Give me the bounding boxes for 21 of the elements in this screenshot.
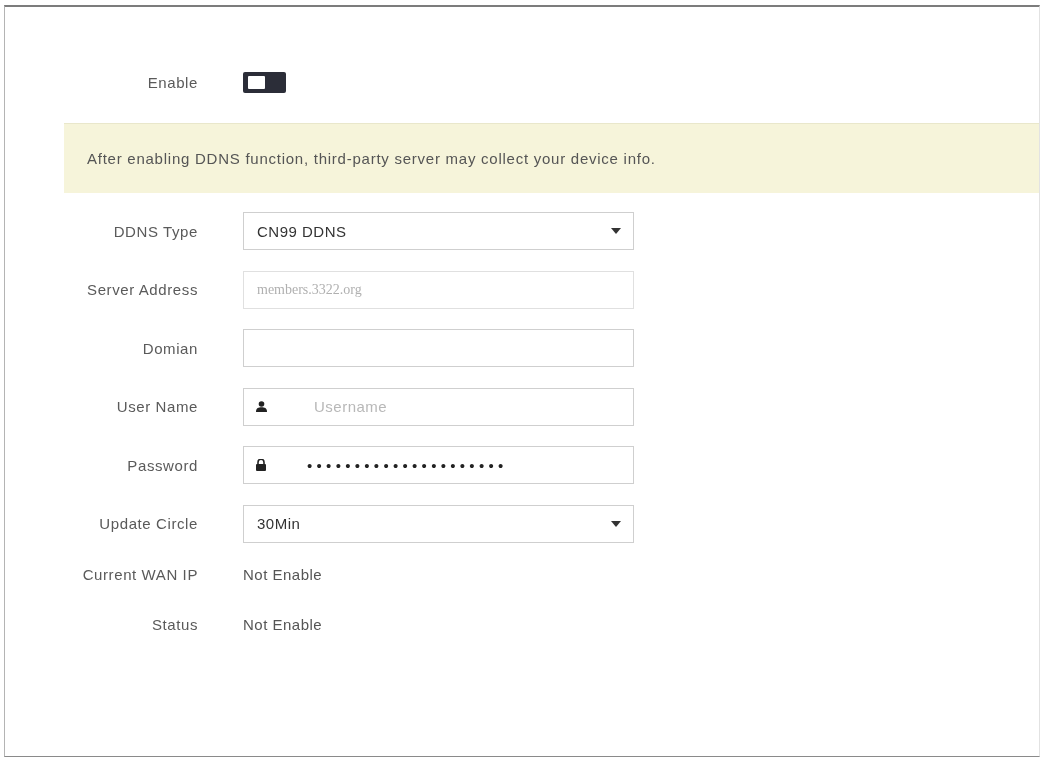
field-label: Update Circle — [98, 515, 198, 533]
field-label: Enable — [146, 74, 198, 91]
input-field[interactable] — [243, 329, 634, 368]
enable-toggle[interactable] — [243, 72, 286, 93]
field-label: Password — [126, 456, 198, 474]
field-label: Domian — [141, 339, 198, 357]
field-label: Server Address — [86, 281, 198, 299]
dropdown[interactable]: CN99 DDNS — [243, 212, 634, 250]
user-icon — [256, 401, 267, 413]
field-label: Current WAN IP — [81, 566, 198, 584]
caret-icon — [611, 228, 621, 234]
lock-icon — [256, 459, 266, 472]
caret-icon — [611, 520, 621, 527]
field-value: Not Enable — [243, 566, 323, 584]
password-field[interactable]: ••••••••••••••••••••• — [243, 446, 634, 485]
notice-text: After enabling DDNS function, third-party server may collect your device info. — [87, 150, 656, 167]
field-label: User Name — [115, 398, 198, 416]
field-label: DDNS Type — [112, 222, 198, 240]
dropdown[interactable]: 30Min — [243, 504, 634, 543]
field-label: Status — [150, 616, 198, 634]
field-value: Not Enable — [243, 616, 323, 634]
